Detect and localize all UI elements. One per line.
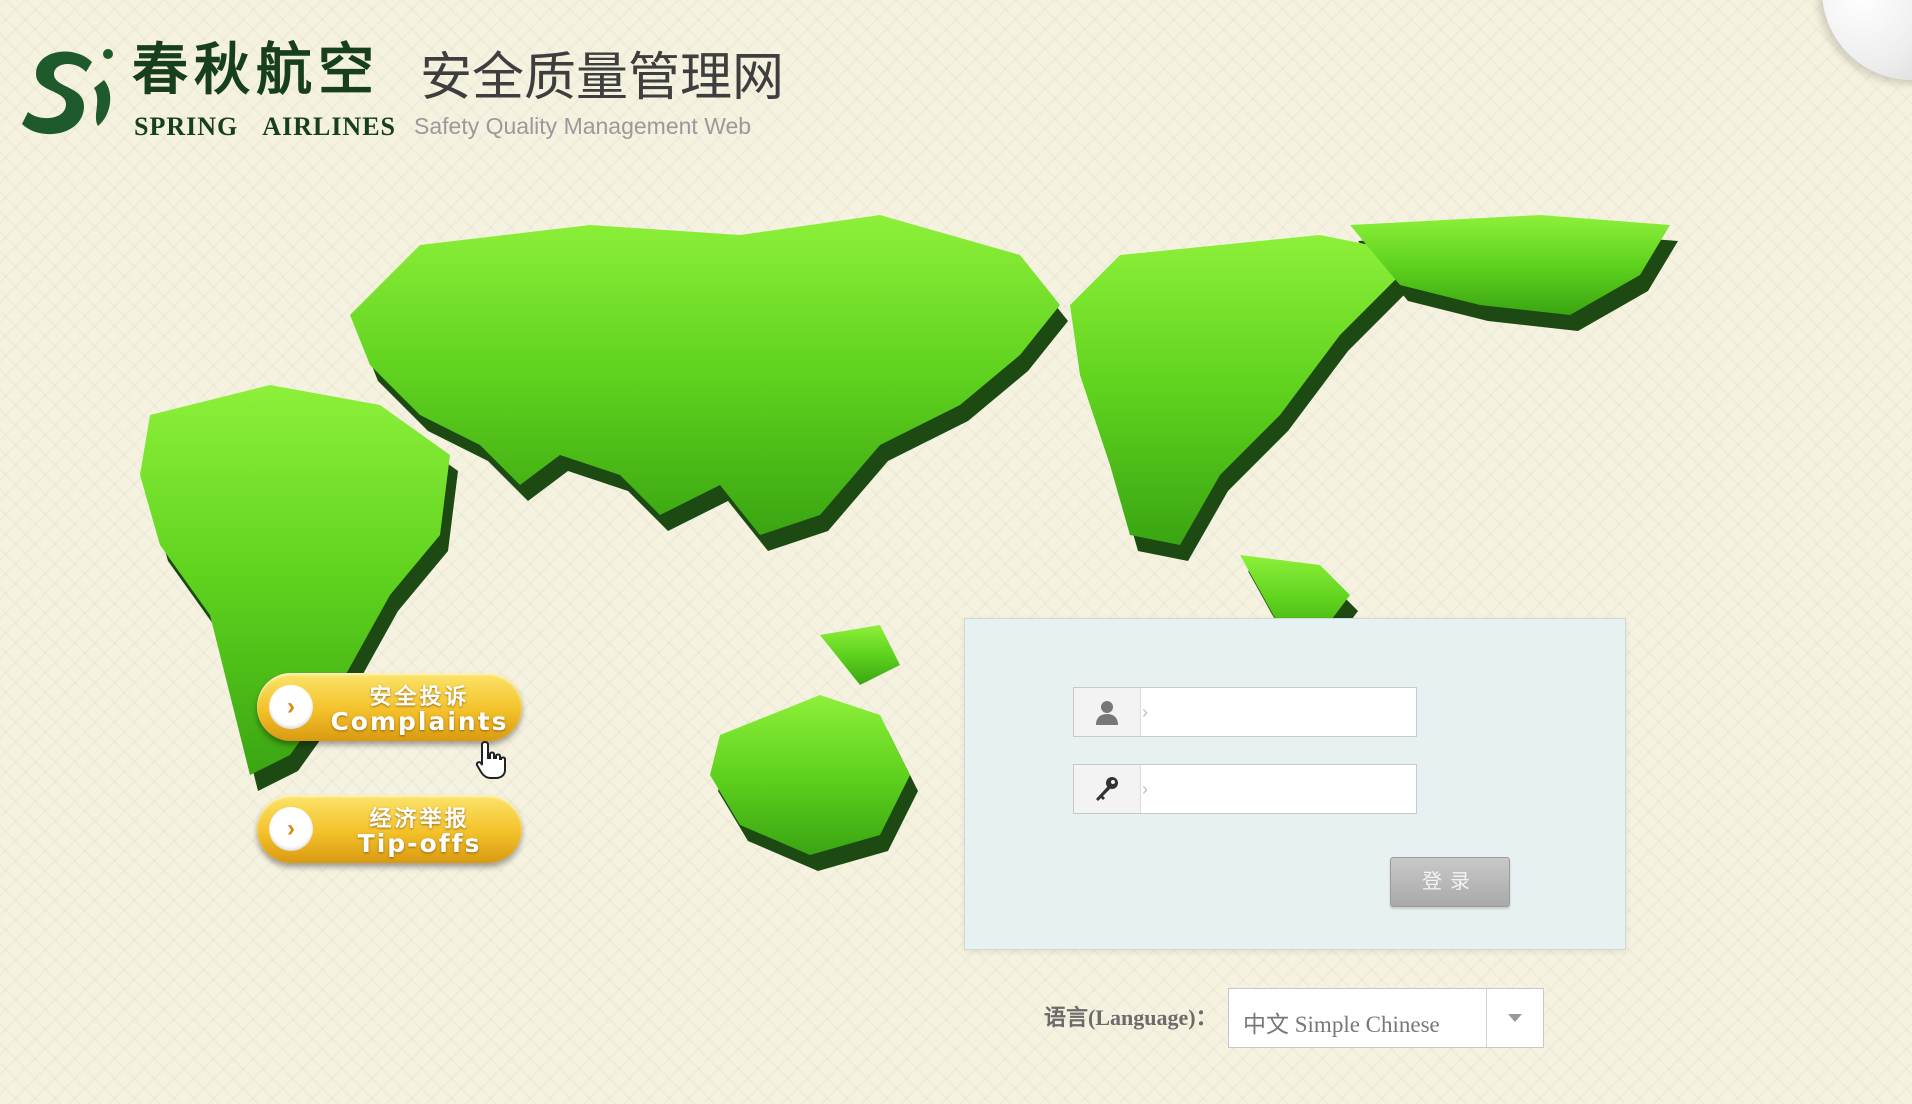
site-title-cn: 安全质量管理网 — [420, 49, 785, 107]
page-corner-curl — [1822, 0, 1912, 80]
key-icon — [1074, 765, 1141, 813]
chevron-right-icon: › — [269, 685, 313, 729]
tipoffs-button[interactable]: › 经济举报 Tip-offs — [257, 795, 522, 863]
complaints-label-en: Complaints — [330, 707, 509, 736]
chevron-right-icon: › — [269, 807, 313, 851]
field-separator: › — [1142, 702, 1148, 722]
password-input[interactable] — [1154, 771, 1408, 807]
complaints-button[interactable]: › 安全投诉 Complaints — [257, 673, 522, 741]
username-input[interactable] — [1154, 694, 1408, 730]
language-label: 语言(Language)： — [1044, 1005, 1218, 1030]
password-field[interactable]: › — [1073, 764, 1417, 814]
language-selected-value: 中文 Simple Chinese — [1243, 1012, 1440, 1037]
tipoffs-label-en: Tip-offs — [357, 829, 482, 858]
username-field[interactable]: › — [1073, 687, 1417, 737]
login-button[interactable]: 登录 — [1390, 857, 1510, 907]
site-title-en: Safety Quality Management Web — [414, 113, 752, 139]
chevron-down-icon[interactable] — [1486, 989, 1543, 1047]
brand-name-en: SPRING AIRLINES — [134, 112, 397, 141]
brand-name-cn: 春秋航空 — [132, 37, 380, 103]
user-icon — [1074, 688, 1141, 736]
hand-cursor-icon — [475, 740, 506, 779]
field-separator: › — [1142, 779, 1148, 799]
spring-airlines-logo-icon — [22, 49, 113, 135]
login-panel: › › 登录 — [964, 618, 1626, 950]
language-select[interactable]: 中文 Simple Chinese — [1228, 988, 1544, 1048]
